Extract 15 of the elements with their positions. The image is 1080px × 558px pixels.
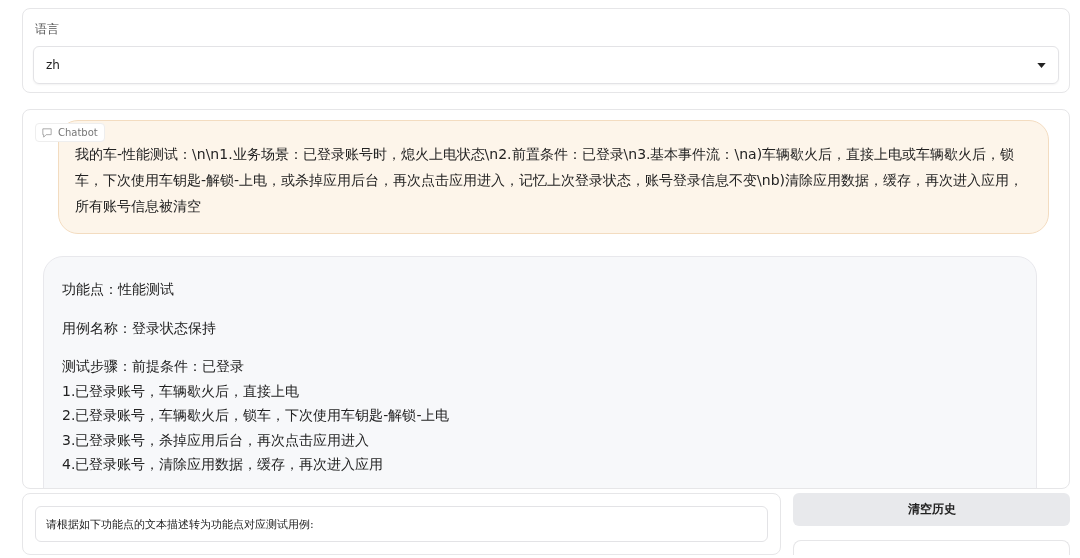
clear-history-button[interactable]: 清空历史	[793, 493, 1070, 526]
caret-icon	[1037, 62, 1046, 68]
message-text: 2.已登录账号，车辆歇火后，锁车，下次使用车钥匙-解锁-上电	[62, 406, 451, 425]
message-text: 测试步骤：前提条件：已登录	[62, 357, 245, 376]
message-input[interactable]: 请根据如下功能点的文本描述转为功能点对应测试用例:	[35, 506, 768, 542]
message-text: 3.已登录账号，杀掉应用后台，再次点击应用进入	[62, 430, 371, 450]
message-text: 1.已登录账号，车辆歇火后，直接上电	[62, 381, 301, 401]
field-label: 语言	[35, 21, 60, 38]
message-text: 功能点：性能测试	[62, 280, 175, 299]
chat-bubble-icon	[42, 127, 52, 138]
message-text: 我的车-性能测试：\n\n1.业务场景：已登录账号时，熄火上电状态\n2.前置条件：已登录\n3.基本事件流：\na)车辆歇火后，直接上电或车辆歇火后，锁车，下次使用车钥匙-解锁-上电，或杀掉应用后台，再次点击应用进入，记忆上次登录状态，账号登录信息不变\nb)清除应用数据，缓存，再次进入应用，所有账号信息被清空	[75, 145, 1025, 216]
message-text: 4.已登录账号，清除应用数据，缓存，再次进入应用	[62, 455, 385, 474]
message-text: 用例名称：登录状态保持	[62, 318, 217, 338]
chatbot-title: Chatbot	[58, 127, 98, 138]
language-dropdown[interactable]: zh	[33, 46, 1059, 84]
